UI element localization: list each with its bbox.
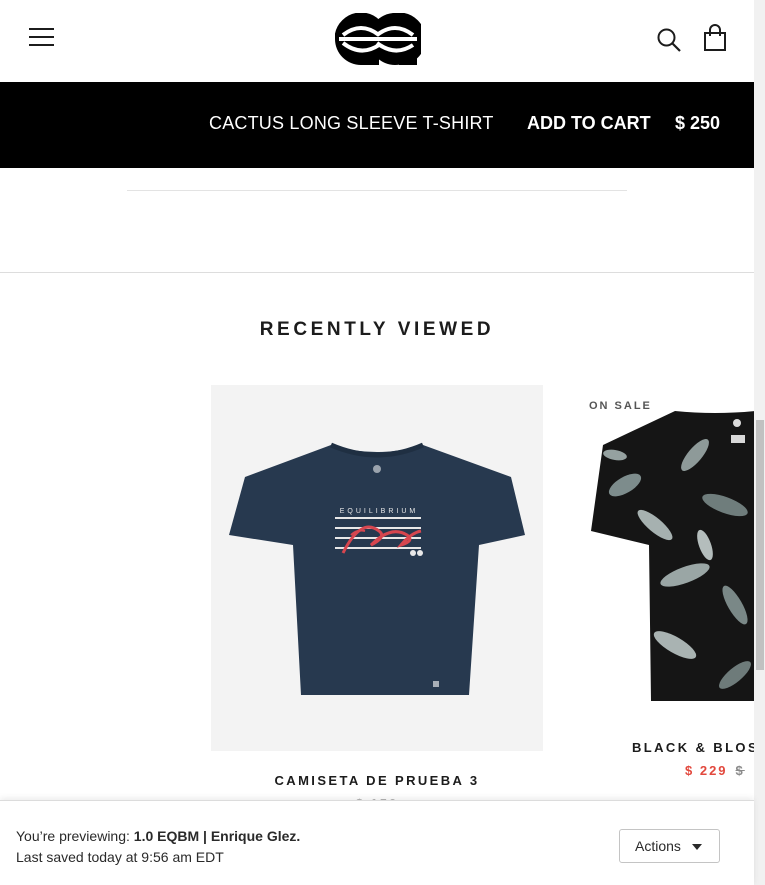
product-title[interactable]: BLACK & BLOS xyxy=(632,740,754,755)
actions-dropdown-button[interactable]: Actions xyxy=(619,829,720,863)
content-divider xyxy=(127,190,627,191)
svg-text:EQUILIBRIUM: EQUILIBRIUM xyxy=(340,508,419,515)
sticky-product-title: CACTUS LONG SLEEVE T-SHIRT xyxy=(209,113,494,133)
on-sale-badge: ON SALE xyxy=(589,400,652,412)
shopping-bag-icon[interactable] xyxy=(702,24,728,52)
search-icon[interactable] xyxy=(656,27,682,53)
section-divider xyxy=(0,272,754,273)
caret-down-icon xyxy=(692,844,702,850)
preview-store-name: 1.0 EQBM | Enrique Glez. xyxy=(133,828,301,844)
actions-label: Actions xyxy=(635,838,681,854)
add-to-cart-button[interactable]: ADD TO CART xyxy=(527,113,651,134)
preview-prefix: You’re previewing: xyxy=(16,828,130,844)
sticky-price: $ 250 xyxy=(675,113,721,133)
recently-viewed-heading: RECENTLY VIEWED xyxy=(259,319,495,340)
navy-tshirt-image: EQUILIBRIUM xyxy=(211,385,543,751)
compare-at-price: $ xyxy=(735,763,745,778)
last-saved-text: Last saved today at 9:56 am EDT xyxy=(16,849,224,865)
product-image-navy-tshirt[interactable]: EQUILIBRIUM xyxy=(211,385,543,751)
product-page: CACTUS LONG SLEEVE T-SHIRT ADD TO CART $… xyxy=(0,0,765,885)
hamburger-menu-icon[interactable] xyxy=(29,26,55,48)
theme-preview-bar: You’re previewing: 1.0 EQBM | Enrique Gl… xyxy=(0,800,754,885)
black-floral-shirt-image xyxy=(585,385,754,725)
page-scrollbar-thumb[interactable] xyxy=(756,420,764,670)
brand-logo-icon[interactable] xyxy=(335,13,421,65)
sticky-add-to-cart-bar: CACTUS LONG SLEEVE T-SHIRT ADD TO CART $… xyxy=(0,82,754,168)
product-title[interactable]: CAMISETA DE PRUEBA 3 xyxy=(211,773,543,788)
product-price-group: $ 229 $ xyxy=(685,763,754,778)
sale-price: $ 229 xyxy=(685,763,728,778)
site-header xyxy=(0,0,754,83)
product-image-black-floral-shirt[interactable] xyxy=(585,385,754,725)
preview-status: You’re previewing: 1.0 EQBM | Enrique Gl… xyxy=(16,828,300,844)
